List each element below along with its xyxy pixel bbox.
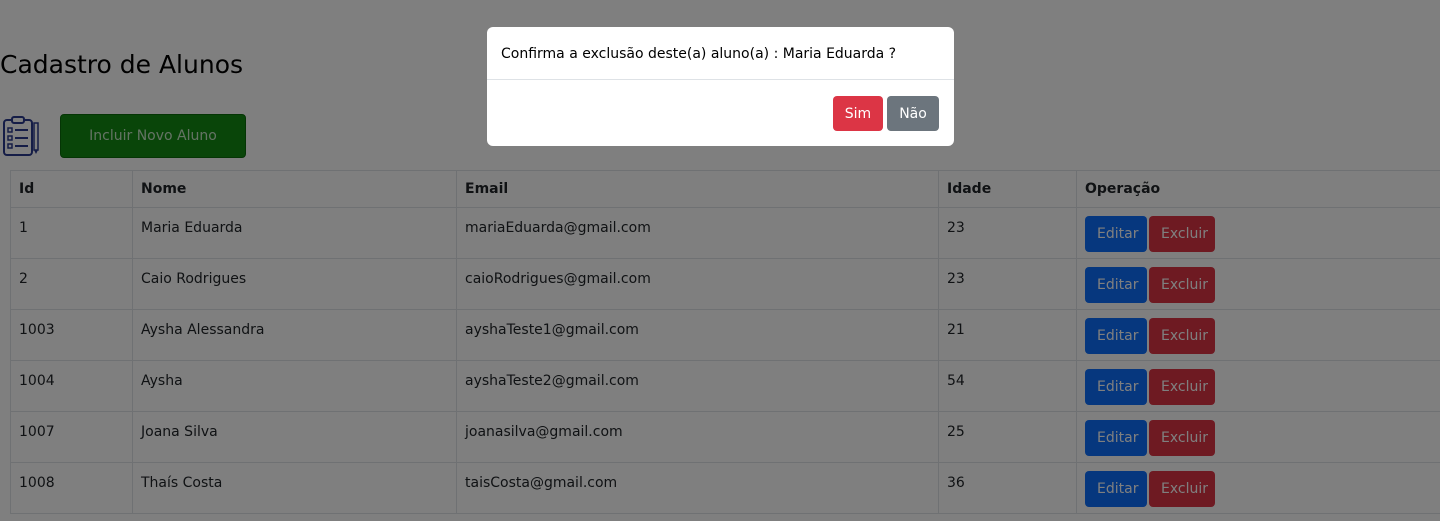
confirm-no-button[interactable]: Não <box>887 96 939 131</box>
modal-message: Confirma a exclusão deste(a) aluno(a) : … <box>501 46 897 62</box>
modal-body: Confirma a exclusão deste(a) aluno(a) : … <box>487 27 954 80</box>
delete-confirm-modal: Confirma a exclusão deste(a) aluno(a) : … <box>487 27 954 146</box>
modal-footer: Sim Não <box>833 96 939 131</box>
confirm-yes-button[interactable]: Sim <box>833 96 883 131</box>
